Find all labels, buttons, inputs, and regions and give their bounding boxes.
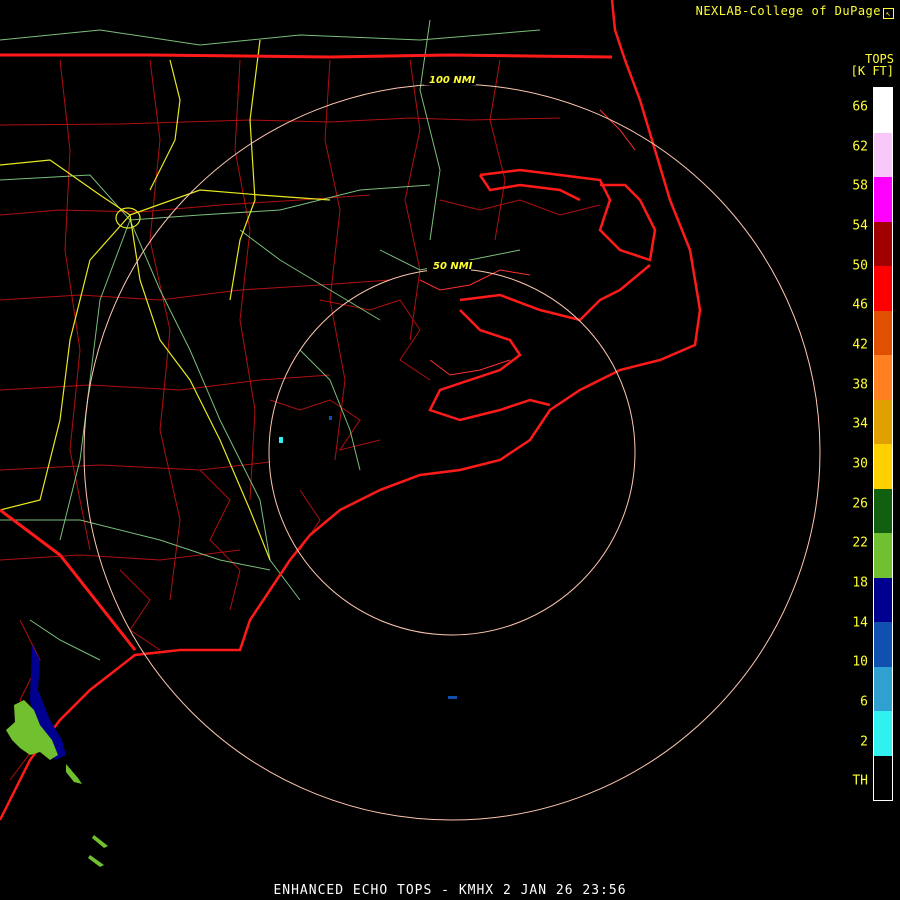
- color-scale-segment: [874, 755, 892, 800]
- color-scale-labels: 66 62 58 54 50 46 42 38 34 30 26 22 18 14 10 6 2 TH: [836, 87, 870, 801]
- color-scale-label: 62: [852, 139, 868, 154]
- color-scale-segment: [874, 666, 892, 711]
- state-borders: [0, 53, 613, 651]
- county-lines: [0, 59, 601, 781]
- highways: [0, 19, 541, 661]
- color-scale-label: TH: [852, 773, 868, 789]
- cursor-icon: ↖: [883, 8, 894, 19]
- range-ring-100-label: 100 NMI: [429, 75, 476, 86]
- color-scale-label: 50: [852, 258, 868, 273]
- color-scale-segment: [874, 399, 892, 444]
- color-scale-bar: [873, 87, 893, 801]
- color-scale-label: 30: [852, 456, 868, 472]
- echo-cell: [66, 764, 82, 784]
- color-scale-label: 58: [852, 178, 868, 194]
- color-scale-label: 26: [852, 496, 868, 511]
- range-ring-50-label: 50 NMI: [433, 261, 473, 272]
- range-ring-100: [83, 83, 821, 821]
- echo-cell: [279, 437, 283, 443]
- color-scale-label: 22: [852, 535, 868, 551]
- radar-map: 50 NMI 100 NMI: [0, 0, 821, 867]
- color-scale-label: 14: [852, 615, 868, 630]
- legend-title: TOPS [K FT]: [851, 53, 894, 77]
- credit-text: NEXLAB-College of DuPage: [695, 4, 881, 18]
- color-scale-label: 6: [860, 694, 868, 710]
- color-scale-label: 54: [852, 218, 868, 234]
- echo-cell: [448, 696, 457, 699]
- color-scale-segment: [874, 488, 892, 533]
- color-scale-label: 34: [852, 416, 868, 432]
- inner-shoreline: [419, 109, 636, 376]
- color-scale-label: 2: [860, 734, 868, 749]
- color-scale-segment: [874, 577, 892, 622]
- color-scale-segment: [874, 266, 892, 311]
- color-scale-segment: [874, 533, 892, 578]
- color-scale-label: 18: [852, 575, 868, 591]
- color-scale-label: 66: [852, 99, 868, 115]
- credit-label: NEXLAB-College of DuPage ↖: [696, 4, 894, 19]
- color-scale-label: 10: [852, 654, 868, 670]
- color-scale-segment: [874, 310, 892, 355]
- color-scale-segment: [874, 177, 892, 222]
- color-scale-segment: [874, 444, 892, 489]
- echo-cell: [329, 416, 332, 420]
- color-scale-segment: [874, 355, 892, 400]
- color-scale-segment: [874, 88, 892, 133]
- color-scale-segment: [874, 132, 892, 177]
- color-scale-segment: [874, 221, 892, 266]
- legend-title-line2: [K FT]: [850, 64, 894, 78]
- range-ring-50: [268, 268, 636, 636]
- color-scale-segment: [874, 622, 892, 667]
- color-scale-label: 42: [852, 337, 868, 353]
- color-scale-label: 38: [852, 377, 868, 392]
- echo-cell: [92, 835, 108, 848]
- color-scale-segment: [874, 711, 892, 756]
- product-caption: ENHANCED ECHO TOPS - KMHX 2 JAN 26 23:56: [273, 883, 627, 898]
- color-scale-label: 46: [852, 297, 868, 313]
- echo-cell: [88, 855, 104, 867]
- coastline: [0, 0, 702, 821]
